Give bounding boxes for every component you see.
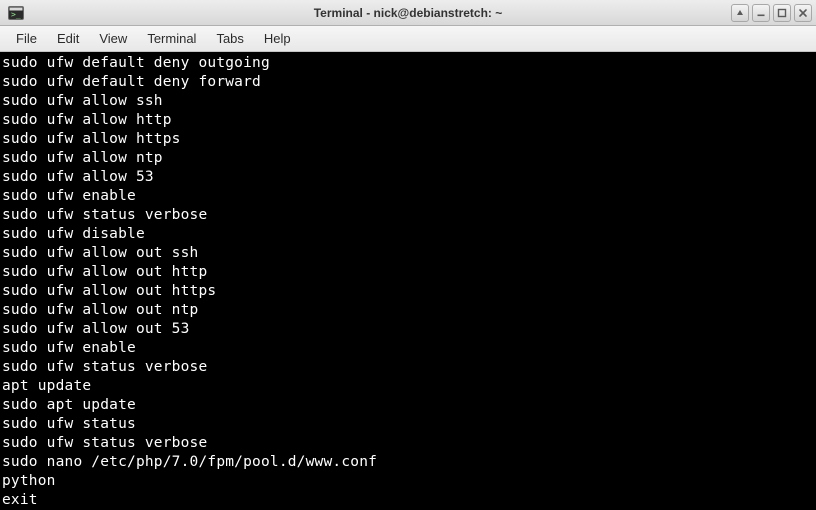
terminal-line: sudo ufw allow http — [2, 111, 814, 130]
terminal-output[interactable]: sudo ufw default deny outgoingsudo ufw d… — [0, 52, 816, 510]
terminal-app-icon: >_ — [8, 5, 24, 21]
terminal-line: sudo ufw allow out ssh — [2, 244, 814, 263]
terminal-line: exit — [2, 491, 814, 510]
menu-terminal[interactable]: Terminal — [137, 28, 206, 49]
window-title: Terminal - nick@debianstretch: ~ — [0, 6, 816, 20]
terminal-line: apt update — [2, 377, 814, 396]
terminal-line: sudo nano /etc/php/7.0/fpm/pool.d/www.co… — [2, 453, 814, 472]
terminal-line: sudo ufw status verbose — [2, 358, 814, 377]
menu-tabs[interactable]: Tabs — [206, 28, 253, 49]
menu-view[interactable]: View — [89, 28, 137, 49]
terminal-line: sudo ufw enable — [2, 187, 814, 206]
window-up-button[interactable] — [731, 4, 749, 22]
svg-text:>_: >_ — [11, 10, 21, 19]
menubar: File Edit View Terminal Tabs Help — [0, 26, 816, 52]
terminal-line: python — [2, 472, 814, 491]
terminal-line: sudo ufw allow out https — [2, 282, 814, 301]
terminal-line: sudo ufw status verbose — [2, 434, 814, 453]
menu-help[interactable]: Help — [254, 28, 301, 49]
close-button[interactable] — [794, 4, 812, 22]
minimize-button[interactable] — [752, 4, 770, 22]
terminal-line: sudo ufw allow ssh — [2, 92, 814, 111]
terminal-line: sudo ufw allow https — [2, 130, 814, 149]
terminal-line: sudo ufw default deny outgoing — [2, 54, 814, 73]
titlebar: >_ Terminal - nick@debianstretch: ~ — [0, 0, 816, 26]
terminal-line: sudo ufw allow out http — [2, 263, 814, 282]
terminal-line: sudo ufw disable — [2, 225, 814, 244]
terminal-line: sudo ufw allow out 53 — [2, 320, 814, 339]
terminal-line: sudo ufw default deny forward — [2, 73, 814, 92]
terminal-line: sudo ufw status — [2, 415, 814, 434]
terminal-line: sudo ufw status verbose — [2, 206, 814, 225]
terminal-line: sudo apt update — [2, 396, 814, 415]
window-controls — [731, 4, 812, 22]
menu-file[interactable]: File — [6, 28, 47, 49]
terminal-line: sudo ufw enable — [2, 339, 814, 358]
terminal-line: sudo ufw allow out ntp — [2, 301, 814, 320]
maximize-button[interactable] — [773, 4, 791, 22]
menu-edit[interactable]: Edit — [47, 28, 89, 49]
terminal-line: sudo ufw allow 53 — [2, 168, 814, 187]
terminal-line: sudo ufw allow ntp — [2, 149, 814, 168]
